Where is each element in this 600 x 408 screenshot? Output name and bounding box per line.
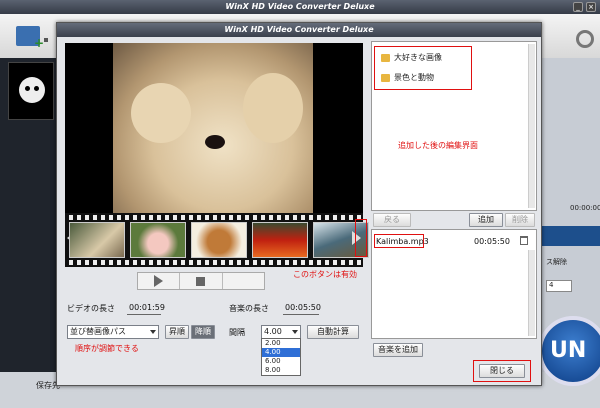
interval-select-value: 4.00 <box>264 327 282 336</box>
back-button[interactable]: 戻る <box>373 213 411 227</box>
interval-option[interactable]: 2.00 <box>262 339 300 348</box>
playback-controls <box>137 272 265 290</box>
music-length-label: 音楽の長さ <box>229 304 269 313</box>
music-list: Kalimba.mp3 00:05:50 <box>371 229 537 339</box>
toolbar-separator <box>44 38 48 42</box>
add-video-icon[interactable] <box>16 26 44 50</box>
puppy-photo <box>113 43 313 229</box>
image-list-scrollbar[interactable] <box>528 44 535 208</box>
deinterlace-label: ス解除 <box>546 258 567 266</box>
minimize-button[interactable]: _ <box>573 2 583 12</box>
auto-calc-button[interactable]: 自動計算 <box>307 325 359 339</box>
cpu-core-select[interactable]: 4 <box>546 280 572 292</box>
list-item-label: 景色と動物 <box>394 73 434 82</box>
interval-option[interactable]: 6.00 <box>262 357 300 366</box>
trash-icon[interactable] <box>520 236 528 245</box>
close-button[interactable]: 閉じる <box>479 364 525 378</box>
chevron-down-icon <box>150 330 156 334</box>
control-spacer <box>223 273 264 289</box>
annotation-valid-button: このボタンは有効 <box>293 270 357 279</box>
main-window-titlebar: WinX HD Video Converter Deluxe _ × <box>0 0 600 14</box>
slideshow-dialog: WinX HD Video Converter Deluxe このボタンは有効 … <box>56 22 542 386</box>
dialog-title: WinX HD Video Converter Deluxe <box>57 23 541 37</box>
add-music-button[interactable]: 音楽を追加 <box>373 343 423 357</box>
interval-option-selected[interactable]: 4.00 <box>262 348 300 357</box>
annotation-box <box>355 219 367 257</box>
photo-detail <box>131 83 191 143</box>
interval-select[interactable]: 4.00 <box>261 325 301 339</box>
play-icon <box>154 275 164 287</box>
music-file-duration: 00:05:50 <box>474 237 510 246</box>
chevron-down-icon <box>292 330 298 334</box>
delete-button[interactable]: 削除 <box>505 213 535 227</box>
filmstrip-frame[interactable] <box>130 222 186 258</box>
annotation-underline <box>283 314 319 315</box>
photo-detail <box>205 135 225 149</box>
sort-select-value: 並び替画像パス <box>70 327 126 336</box>
photo-detail <box>243 73 303 143</box>
list-item[interactable]: 大好きな画像 <box>376 48 470 68</box>
stop-icon <box>196 276 206 286</box>
annotation-underline <box>127 314 161 315</box>
filmstrip-frame[interactable] <box>69 222 125 258</box>
time-readout: 00:00:00 <box>570 204 600 212</box>
run-button[interactable]: UN <box>538 316 600 386</box>
list-item[interactable]: 景色と動物 <box>376 68 470 88</box>
gear-icon[interactable] <box>576 30 594 48</box>
photo-preview <box>65 43 363 229</box>
descending-button[interactable]: 降順 <box>191 325 215 339</box>
interval-option[interactable]: 8.00 <box>262 366 300 375</box>
list-item-label: 大好きな画像 <box>394 53 442 62</box>
folder-icon <box>381 54 390 62</box>
ascending-button[interactable]: 昇順 <box>165 325 189 339</box>
music-length-value: 00:05:50 <box>285 303 321 312</box>
filmstrip-frame[interactable] <box>191 222 247 258</box>
annotation-sort: 順序が調節できる <box>75 344 139 353</box>
main-window-title: WinX HD Video Converter Deluxe <box>225 2 375 11</box>
video-thumbnail[interactable] <box>8 62 54 120</box>
video-length-value: 00:01:59 <box>129 303 165 312</box>
music-file-name[interactable]: Kalimba.mp3 <box>376 237 429 246</box>
interval-dropdown: 2.00 4.00 6.00 8.00 <box>261 338 301 376</box>
stop-button[interactable] <box>180 273 223 289</box>
interval-label: 間隔 <box>229 328 245 337</box>
video-length-label: ビデオの長さ <box>67 304 115 313</box>
play-button[interactable] <box>138 273 181 289</box>
filmstrip <box>65 213 369 267</box>
sort-select[interactable]: 並び替画像パス <box>67 325 159 339</box>
add-button[interactable]: 追加 <box>469 213 503 227</box>
close-window-button[interactable]: × <box>586 2 596 12</box>
music-list-scrollbar[interactable] <box>528 250 535 336</box>
film-perforation <box>65 260 363 265</box>
folder-tab-strip[interactable] <box>542 226 600 246</box>
filmstrip-frame[interactable] <box>252 222 308 258</box>
skull-icon <box>19 77 45 103</box>
annotation-edit-screen: 追加した後の編集界面 <box>398 141 478 150</box>
folder-icon <box>381 74 390 82</box>
image-folder-list: 大好きな画像 景色と動物 追加した後の編集界面 <box>371 41 537 211</box>
film-perforation <box>65 215 363 220</box>
